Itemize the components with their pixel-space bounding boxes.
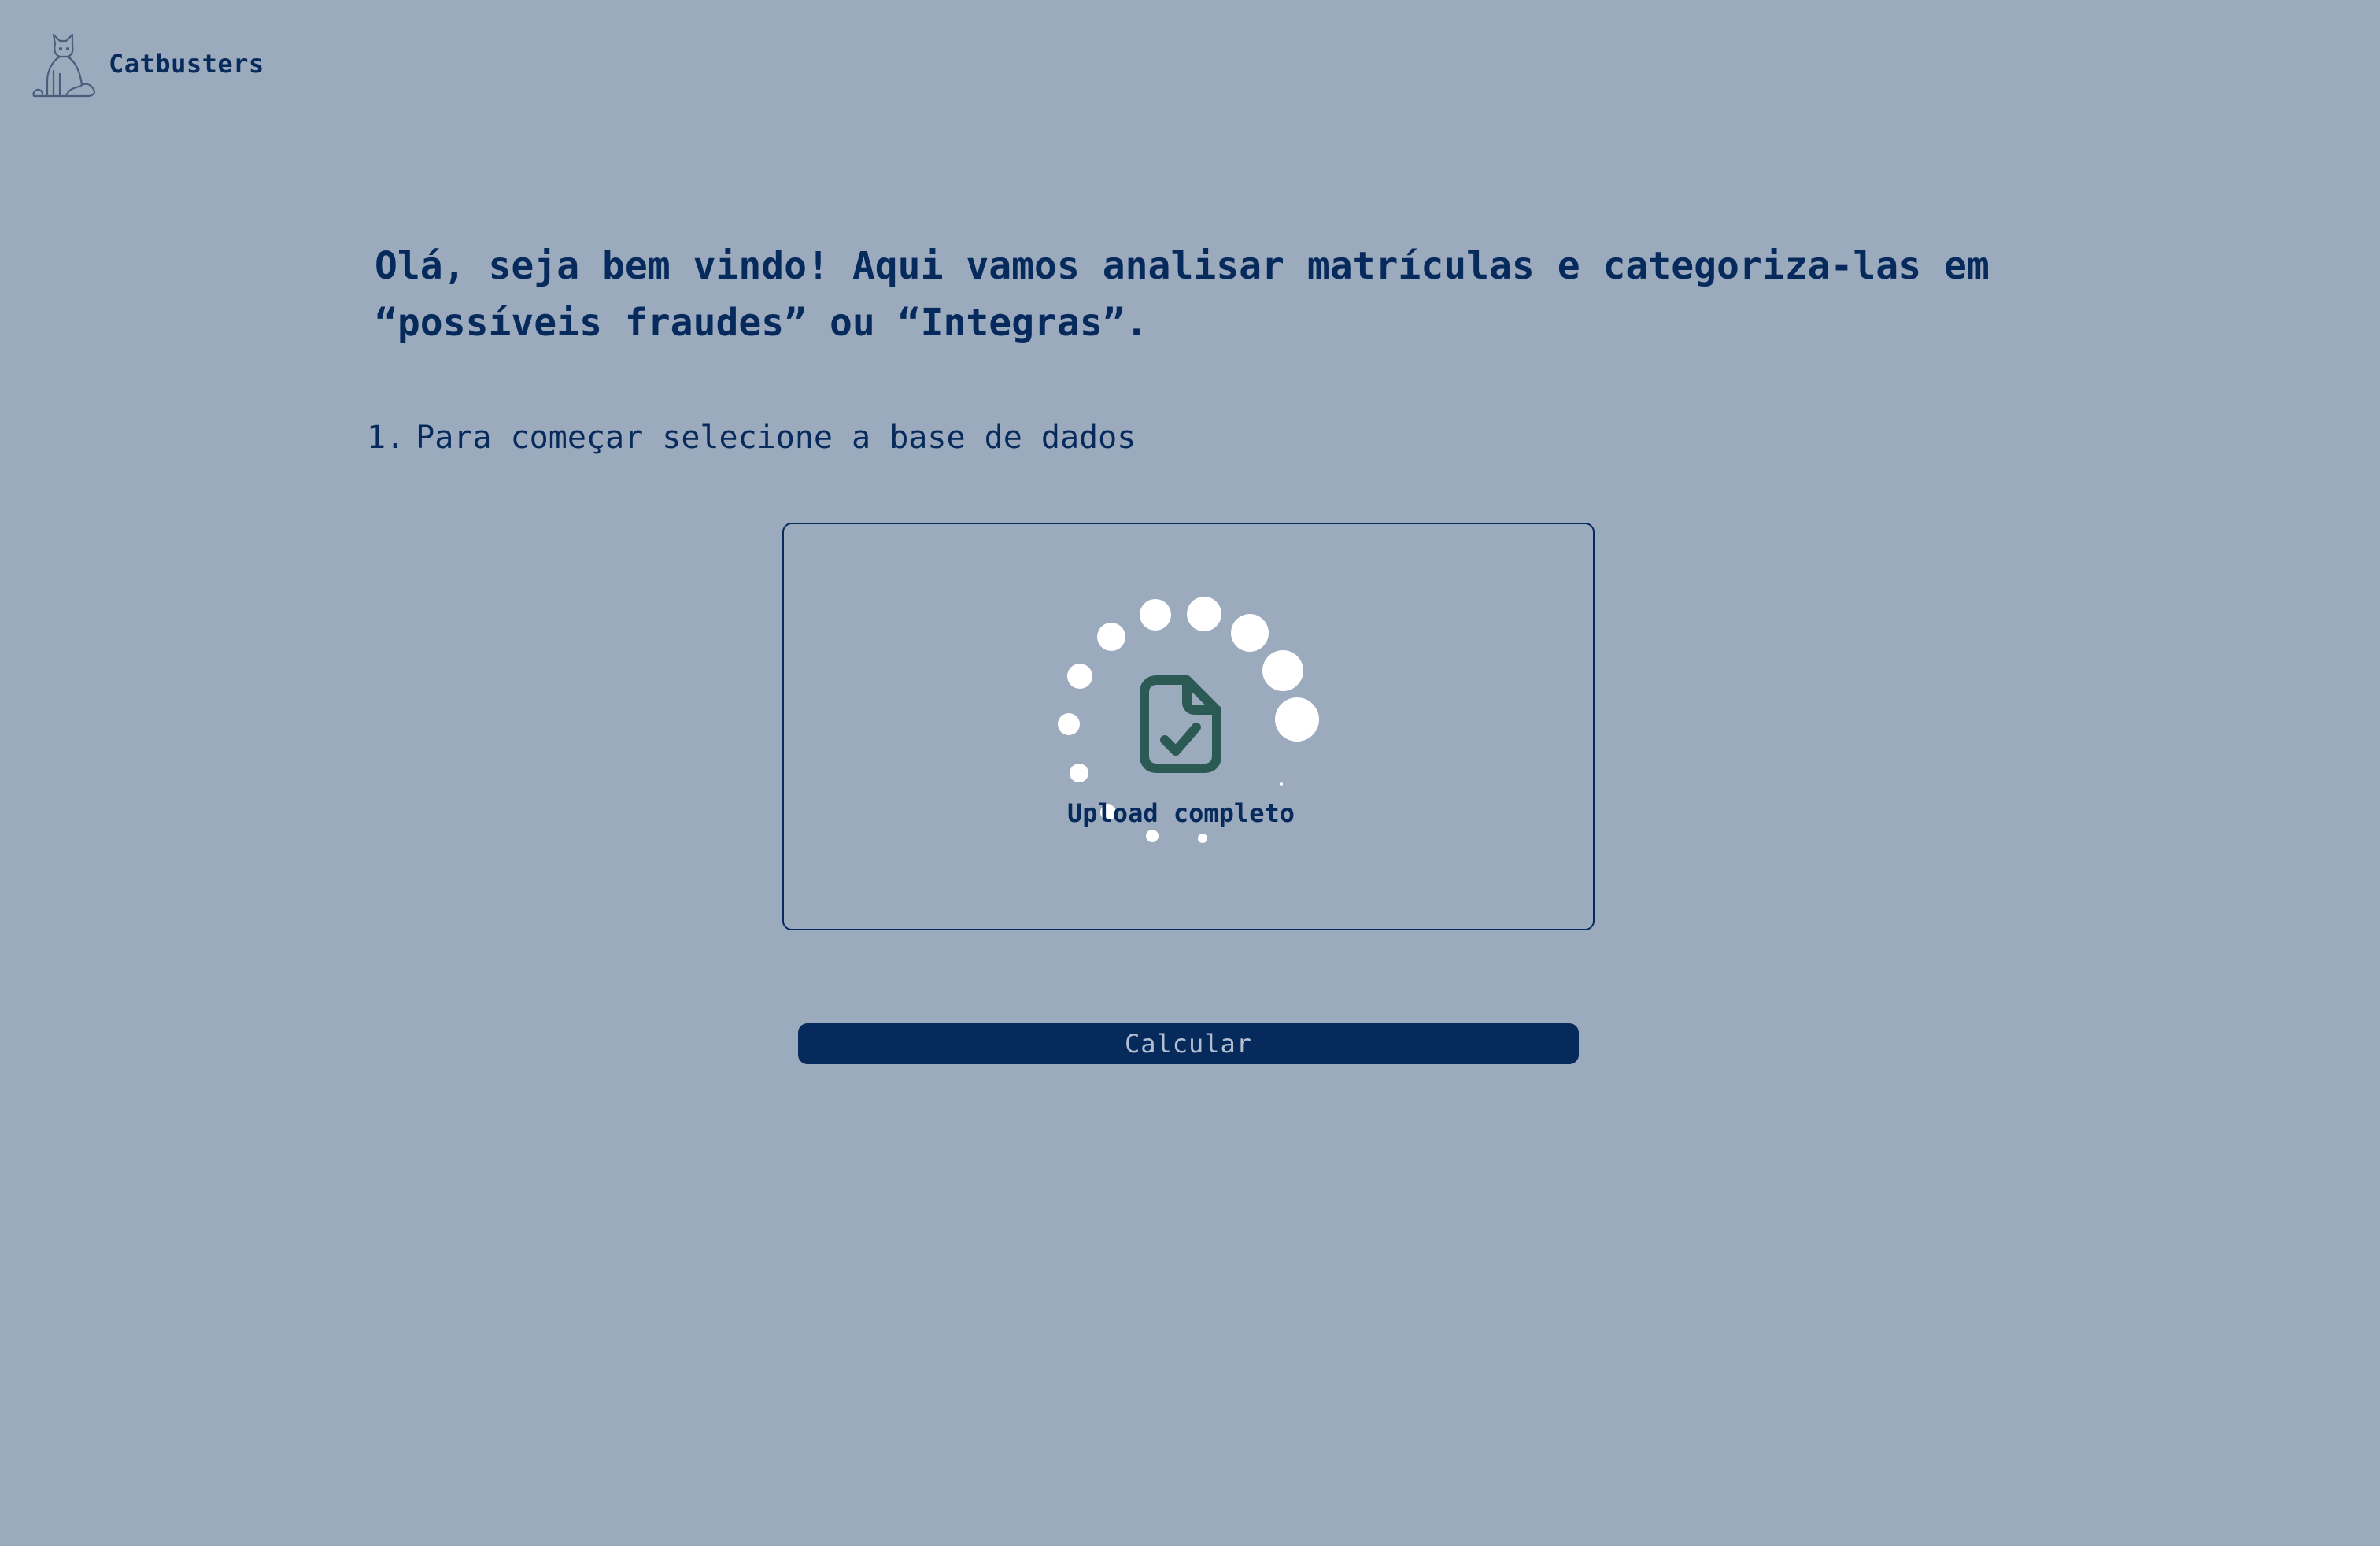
step-text: Para começar selecione a base de dados [416, 420, 1136, 456]
upload-status: Upload completo [1067, 798, 1295, 828]
file-check-icon [1140, 675, 1221, 773]
calculate-button[interactable]: Calcular [798, 1023, 1579, 1064]
brand[interactable]: Catbusters [31, 30, 264, 98]
brand-name: Catbusters [109, 49, 264, 79]
cat-logo-icon [32, 33, 96, 98]
page: Catbusters Olá, seja bem vindo! Aqui vam… [0, 0, 2380, 1546]
step-number: 1. [367, 420, 405, 456]
welcome-heading: Olá, seja bem vindo! Aqui vamos analisar… [375, 244, 1990, 345]
step-instruction: 1. Para começar selecione a base de dado… [367, 416, 1136, 460]
